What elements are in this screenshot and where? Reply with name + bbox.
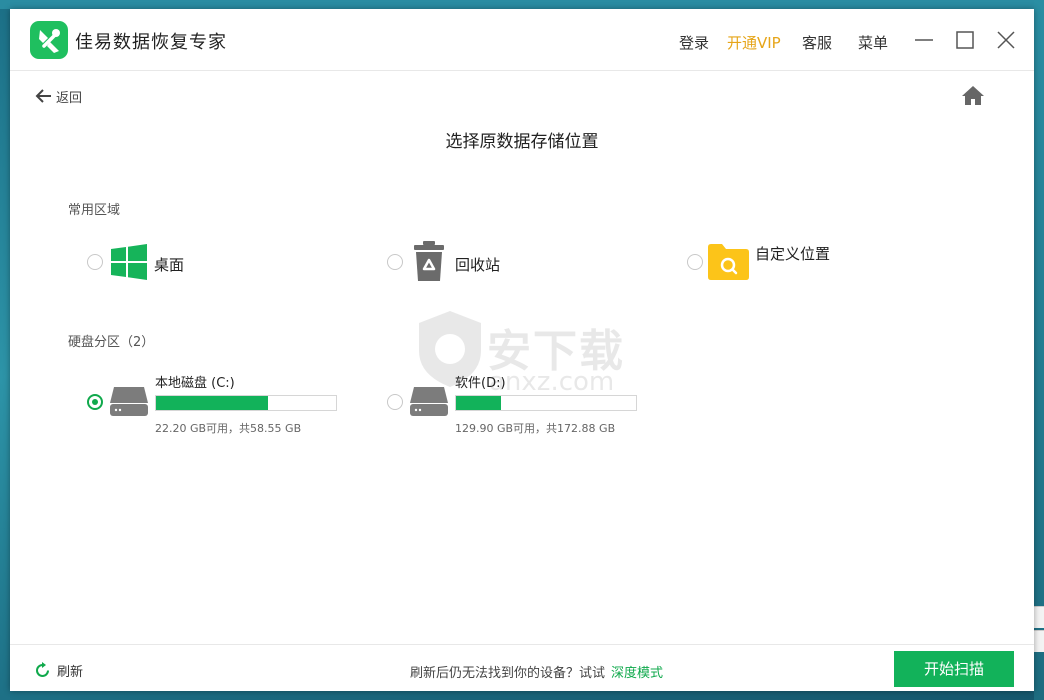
drive-d-name[interactable]: 软件(D:) — [455, 372, 506, 391]
desktop-background-top — [0, 0, 1044, 9]
service-link[interactable]: 客服 — [802, 32, 832, 53]
background-window-fragment — [1034, 630, 1044, 652]
vip-link[interactable]: 开通VIP — [727, 32, 781, 53]
drive-c-usage-fill — [156, 396, 268, 410]
app-title: 佳易数据恢复专家 — [75, 32, 227, 53]
home-icon — [962, 86, 984, 105]
drive-d-usage-bar — [455, 395, 637, 411]
watermark-text: 安下载 — [487, 326, 625, 377]
app-window: 佳易数据恢复专家 登录 开通VIP 客服 菜单 返回 选择原数据存储位置 常用区… — [10, 9, 1034, 691]
home-button[interactable] — [961, 84, 985, 106]
refresh-hint: 刷新后仍无法找到你的设备？试试 深度模式 — [410, 662, 663, 681]
watermark-subtext: anxz.com — [489, 367, 615, 397]
refresh-button[interactable]: 刷新 — [34, 661, 83, 680]
recycle-bin-label[interactable]: 回收站 — [455, 254, 500, 275]
minimize-button[interactable] — [913, 29, 935, 51]
common-section-label: 常用区域 — [68, 203, 121, 218]
start-scan-button[interactable]: 开始扫描 — [894, 651, 1014, 687]
recycle-bin-icon — [413, 241, 445, 285]
drive-d-usage-fill — [456, 396, 501, 410]
desktop-radio[interactable] — [87, 254, 103, 270]
drive-c-radio[interactable] — [87, 394, 103, 410]
desktop-background-right — [1034, 0, 1044, 700]
drive-c-capacity: 22.20 GB可用，共58.55 GB — [155, 422, 302, 435]
custom-location-label[interactable]: 自定义位置 — [755, 243, 830, 264]
windows-icon — [111, 244, 147, 284]
refresh-icon — [36, 662, 49, 677]
recycle-bin-radio[interactable] — [387, 254, 403, 270]
login-link[interactable]: 登录 — [679, 32, 709, 53]
close-button[interactable] — [995, 29, 1017, 51]
page-title: 选择原数据存储位置 — [445, 132, 599, 152]
hard-drive-icon — [409, 385, 449, 421]
folder-search-icon — [708, 244, 749, 284]
drive-c-usage-bar — [155, 395, 337, 411]
watermark: 安下载 anxz.com — [415, 309, 645, 409]
desktop-label[interactable]: 桌面 — [154, 254, 184, 275]
deep-mode-link[interactable]: 深度模式 — [611, 666, 663, 681]
background-window-fragment — [1034, 606, 1044, 628]
drive-d-radio[interactable] — [387, 394, 403, 410]
drive-c-name[interactable]: 本地磁盘 (C:) — [155, 372, 235, 391]
hint-text: 刷新后仍无法找到你的设备？试试 — [410, 666, 606, 681]
custom-location-radio[interactable] — [687, 254, 703, 270]
maximize-icon — [956, 31, 974, 49]
refresh-label: 刷新 — [57, 665, 84, 680]
minimize-icon — [915, 39, 933, 41]
app-logo-icon — [30, 21, 68, 59]
close-icon — [997, 31, 1015, 49]
maximize-button[interactable] — [954, 29, 976, 51]
back-label: 返回 — [56, 90, 83, 106]
hard-drive-icon — [109, 385, 149, 421]
disk-section-label: 硬盘分区（2） — [68, 335, 155, 350]
menu-link[interactable]: 菜单 — [858, 32, 888, 53]
arrow-left-icon — [35, 89, 51, 103]
drive-d-capacity: 129.90 GB可用，共172.88 GB — [455, 422, 616, 435]
back-button[interactable]: 返回 — [34, 85, 82, 107]
footer-bar: 刷新 刷新后仍无法找到你的设备？试试 深度模式 开始扫描 — [10, 644, 1034, 691]
title-bar: 佳易数据恢复专家 登录 开通VIP 客服 菜单 — [10, 9, 1034, 71]
